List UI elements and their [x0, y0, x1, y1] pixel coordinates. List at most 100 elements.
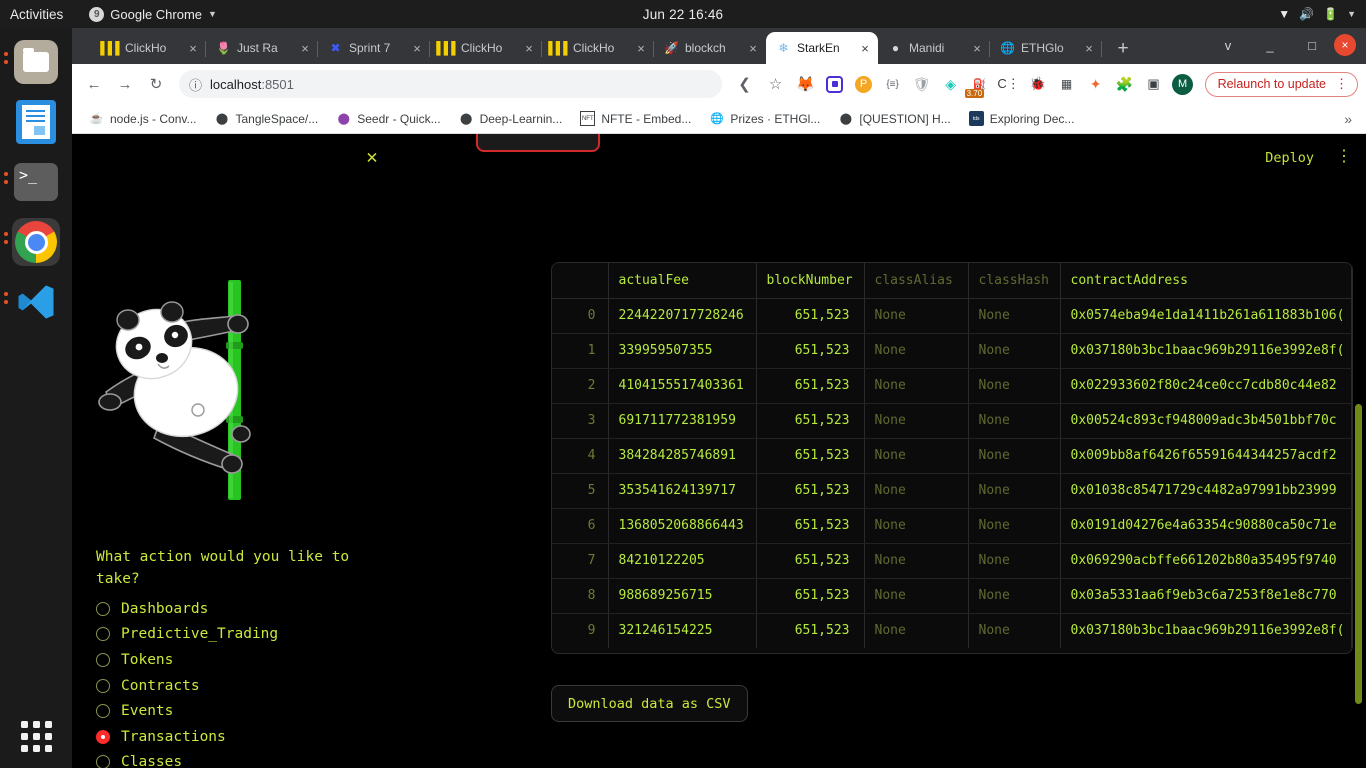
browser-tab-1[interactable]: 🌷 Just Ra ×: [206, 32, 318, 64]
browser-tab-5[interactable]: 🚀 blockch ×: [654, 32, 766, 64]
column-header-blocknumber[interactable]: blockNumber: [756, 263, 865, 299]
close-tab-icon[interactable]: ×: [410, 41, 424, 56]
search-tabs-button[interactable]: v: [1208, 30, 1248, 60]
bookmark-3[interactable]: ⬤ Deep-Learnin...: [452, 108, 570, 129]
browser-tab-7[interactable]: ● Manidi ×: [878, 32, 990, 64]
close-tab-icon[interactable]: ×: [634, 41, 648, 56]
radio-icon[interactable]: [96, 704, 110, 719]
close-tab-icon[interactable]: ×: [522, 41, 536, 56]
dock-item-vscode[interactable]: [4, 278, 60, 326]
close-tab-icon[interactable]: ×: [746, 41, 760, 56]
back-icon[interactable]: ←: [80, 70, 108, 98]
table-row[interactable]: 5 353541624139717 651,523 None None 0x01…: [552, 473, 1352, 509]
column-header-actualfee[interactable]: actualFee: [608, 263, 757, 299]
share-icon[interactable]: ❮: [731, 70, 759, 98]
bookmark-0[interactable]: ☕ node.js - Conv...: [82, 108, 203, 129]
bookmark-1[interactable]: ⬤ TangleSpace/...: [207, 108, 325, 129]
ai-sparkle-icon[interactable]: ✦: [1083, 71, 1109, 97]
clock[interactable]: Jun 22 16:46: [0, 7, 1366, 22]
table-row[interactable]: 8 988689256715 651,523 None None 0x03a53…: [552, 578, 1352, 614]
clipboard-icon[interactable]: C⋮: [996, 71, 1022, 97]
metamask-icon[interactable]: 🦊: [793, 71, 819, 97]
extension-purple-icon[interactable]: [822, 71, 848, 97]
puzzle-icon[interactable]: 🧩: [1112, 71, 1138, 97]
chrome-window: ▌▌▌ ClickHo × 🌷 Just Ra × ✖ Sprint 7 × ▌…: [72, 28, 1366, 768]
radio-option-tokens[interactable]: Tokens: [96, 647, 278, 673]
radio-icon[interactable]: [96, 627, 110, 642]
table-row[interactable]: 2 4104155517403361 651,523 None None 0x0…: [552, 368, 1352, 404]
radio-option-dashboards[interactable]: Dashboards: [96, 596, 278, 622]
radio-icon[interactable]: [96, 652, 110, 667]
bookmark-5[interactable]: 🌐 Prizes · ETHGl...: [702, 108, 827, 129]
bug-icon[interactable]: 🐞: [1025, 71, 1051, 97]
phantom-icon[interactable]: P: [851, 71, 877, 97]
column-header-index[interactable]: [552, 263, 609, 299]
gas-tracker-icon[interactable]: ⛽ 3.70: [964, 71, 993, 98]
bookmark-2[interactable]: ⬤ Seedr - Quick...: [329, 108, 447, 129]
download-csv-button[interactable]: Download data as CSV: [551, 685, 748, 722]
table-row[interactable]: 0 2244220717728246 651,523 None None 0x0…: [552, 298, 1352, 334]
action-radio-group[interactable]: Dashboards Predictive_Trading Tokens Con…: [96, 596, 278, 768]
web3-icon[interactable]: ◈: [938, 71, 964, 97]
qr-code-icon[interactable]: ▦: [1054, 71, 1080, 97]
table-row[interactable]: 4 384284285746891 651,523 None None 0x00…: [552, 438, 1352, 474]
radio-option-classes[interactable]: Classes: [96, 750, 278, 768]
close-tab-icon[interactable]: ×: [858, 41, 872, 56]
browser-tab-8[interactable]: 🌐 ETHGlo ×: [990, 32, 1102, 64]
shield-icon[interactable]: 🛡: [909, 71, 935, 97]
column-header-contractaddress[interactable]: contractAddress: [1060, 263, 1352, 299]
reload-icon[interactable]: ↻: [142, 70, 170, 98]
info-circle-icon[interactable]: ⓘ: [189, 75, 202, 94]
dock-item-files[interactable]: [4, 38, 60, 86]
page-scrollbar[interactable]: [1355, 404, 1362, 704]
radio-icon[interactable]: [96, 755, 110, 768]
radio-icon[interactable]: [96, 601, 110, 616]
radio-option-events[interactable]: Events: [96, 698, 278, 724]
bookmarks-overflow-icon[interactable]: »: [1344, 111, 1356, 127]
browser-tab-2[interactable]: ✖ Sprint 7 ×: [318, 32, 430, 64]
close-tab-icon[interactable]: ×: [1082, 41, 1096, 56]
maximize-button[interactable]: □: [1292, 30, 1332, 60]
partially-visible-button[interactable]: [476, 134, 600, 152]
dock-item-libreoffice-writer[interactable]: [12, 98, 60, 146]
address-bar[interactable]: ⓘ localhost:8501: [179, 70, 722, 98]
table-row[interactable]: 7 84210122205 651,523 None None 0x069290…: [552, 543, 1352, 579]
forward-icon[interactable]: →: [111, 70, 139, 98]
close-tab-icon[interactable]: ×: [298, 41, 312, 56]
avatar[interactable]: M: [1170, 71, 1196, 97]
radio-icon[interactable]: [96, 678, 110, 693]
browser-tab-0[interactable]: ▌▌▌ ClickHo ×: [94, 32, 206, 64]
radio-option-transactions[interactable]: Transactions: [96, 724, 278, 750]
dataframe[interactable]: actualFee blockNumber classAlias classHa…: [551, 262, 1353, 654]
deploy-button[interactable]: Deploy: [1265, 150, 1314, 166]
json-formatter-icon[interactable]: {≡}: [880, 71, 906, 97]
dock-item-google-chrome[interactable]: [4, 218, 60, 266]
radio-option-predictive-trading[interactable]: Predictive_Trading: [96, 622, 278, 648]
bookmark-7[interactable]: tds Exploring Dec...: [962, 108, 1082, 129]
column-header-classalias[interactable]: classAlias: [864, 263, 969, 299]
radio-icon-selected[interactable]: [96, 729, 110, 744]
browser-tab-3[interactable]: ▌▌▌ ClickHo ×: [430, 32, 542, 64]
show-applications-button[interactable]: [20, 721, 52, 752]
browser-tab-4[interactable]: ▌▌▌ ClickHo ×: [542, 32, 654, 64]
kebab-menu-icon[interactable]: ⋮: [1336, 146, 1352, 166]
star-icon[interactable]: ☆: [762, 70, 790, 98]
minimize-button[interactable]: _: [1250, 30, 1290, 60]
browser-tab-6[interactable]: ❄ StarkEn ×: [766, 32, 878, 64]
table-row[interactable]: 9 321246154225 651,523 None None 0x03718…: [552, 613, 1352, 648]
table-row[interactable]: 3 691711772381959 651,523 None None 0x00…: [552, 403, 1352, 439]
relaunch-to-update-button[interactable]: Relaunch to update ⋮: [1204, 71, 1358, 97]
table-row[interactable]: 6 1368052068866443 651,523 None None 0x0…: [552, 508, 1352, 544]
new-tab-button[interactable]: +: [1110, 38, 1136, 60]
column-header-classhash[interactable]: classHash: [968, 263, 1061, 299]
close-tab-icon[interactable]: ×: [970, 41, 984, 56]
close-window-button[interactable]: ×: [1334, 34, 1356, 56]
bookmark-6[interactable]: ⬤ [QUESTION] H...: [831, 108, 957, 129]
close-tab-icon[interactable]: ×: [186, 41, 200, 56]
radio-option-contracts[interactable]: Contracts: [96, 673, 278, 699]
sidepanel-icon[interactable]: ▣: [1141, 71, 1167, 97]
dock-item-terminal[interactable]: >_: [4, 158, 60, 206]
kebab-menu-icon[interactable]: ⋮: [1335, 77, 1348, 90]
table-row[interactable]: 1 339959507355 651,523 None None 0x03718…: [552, 333, 1352, 369]
bookmark-4[interactable]: NFT NFTE - Embed...: [573, 108, 698, 129]
